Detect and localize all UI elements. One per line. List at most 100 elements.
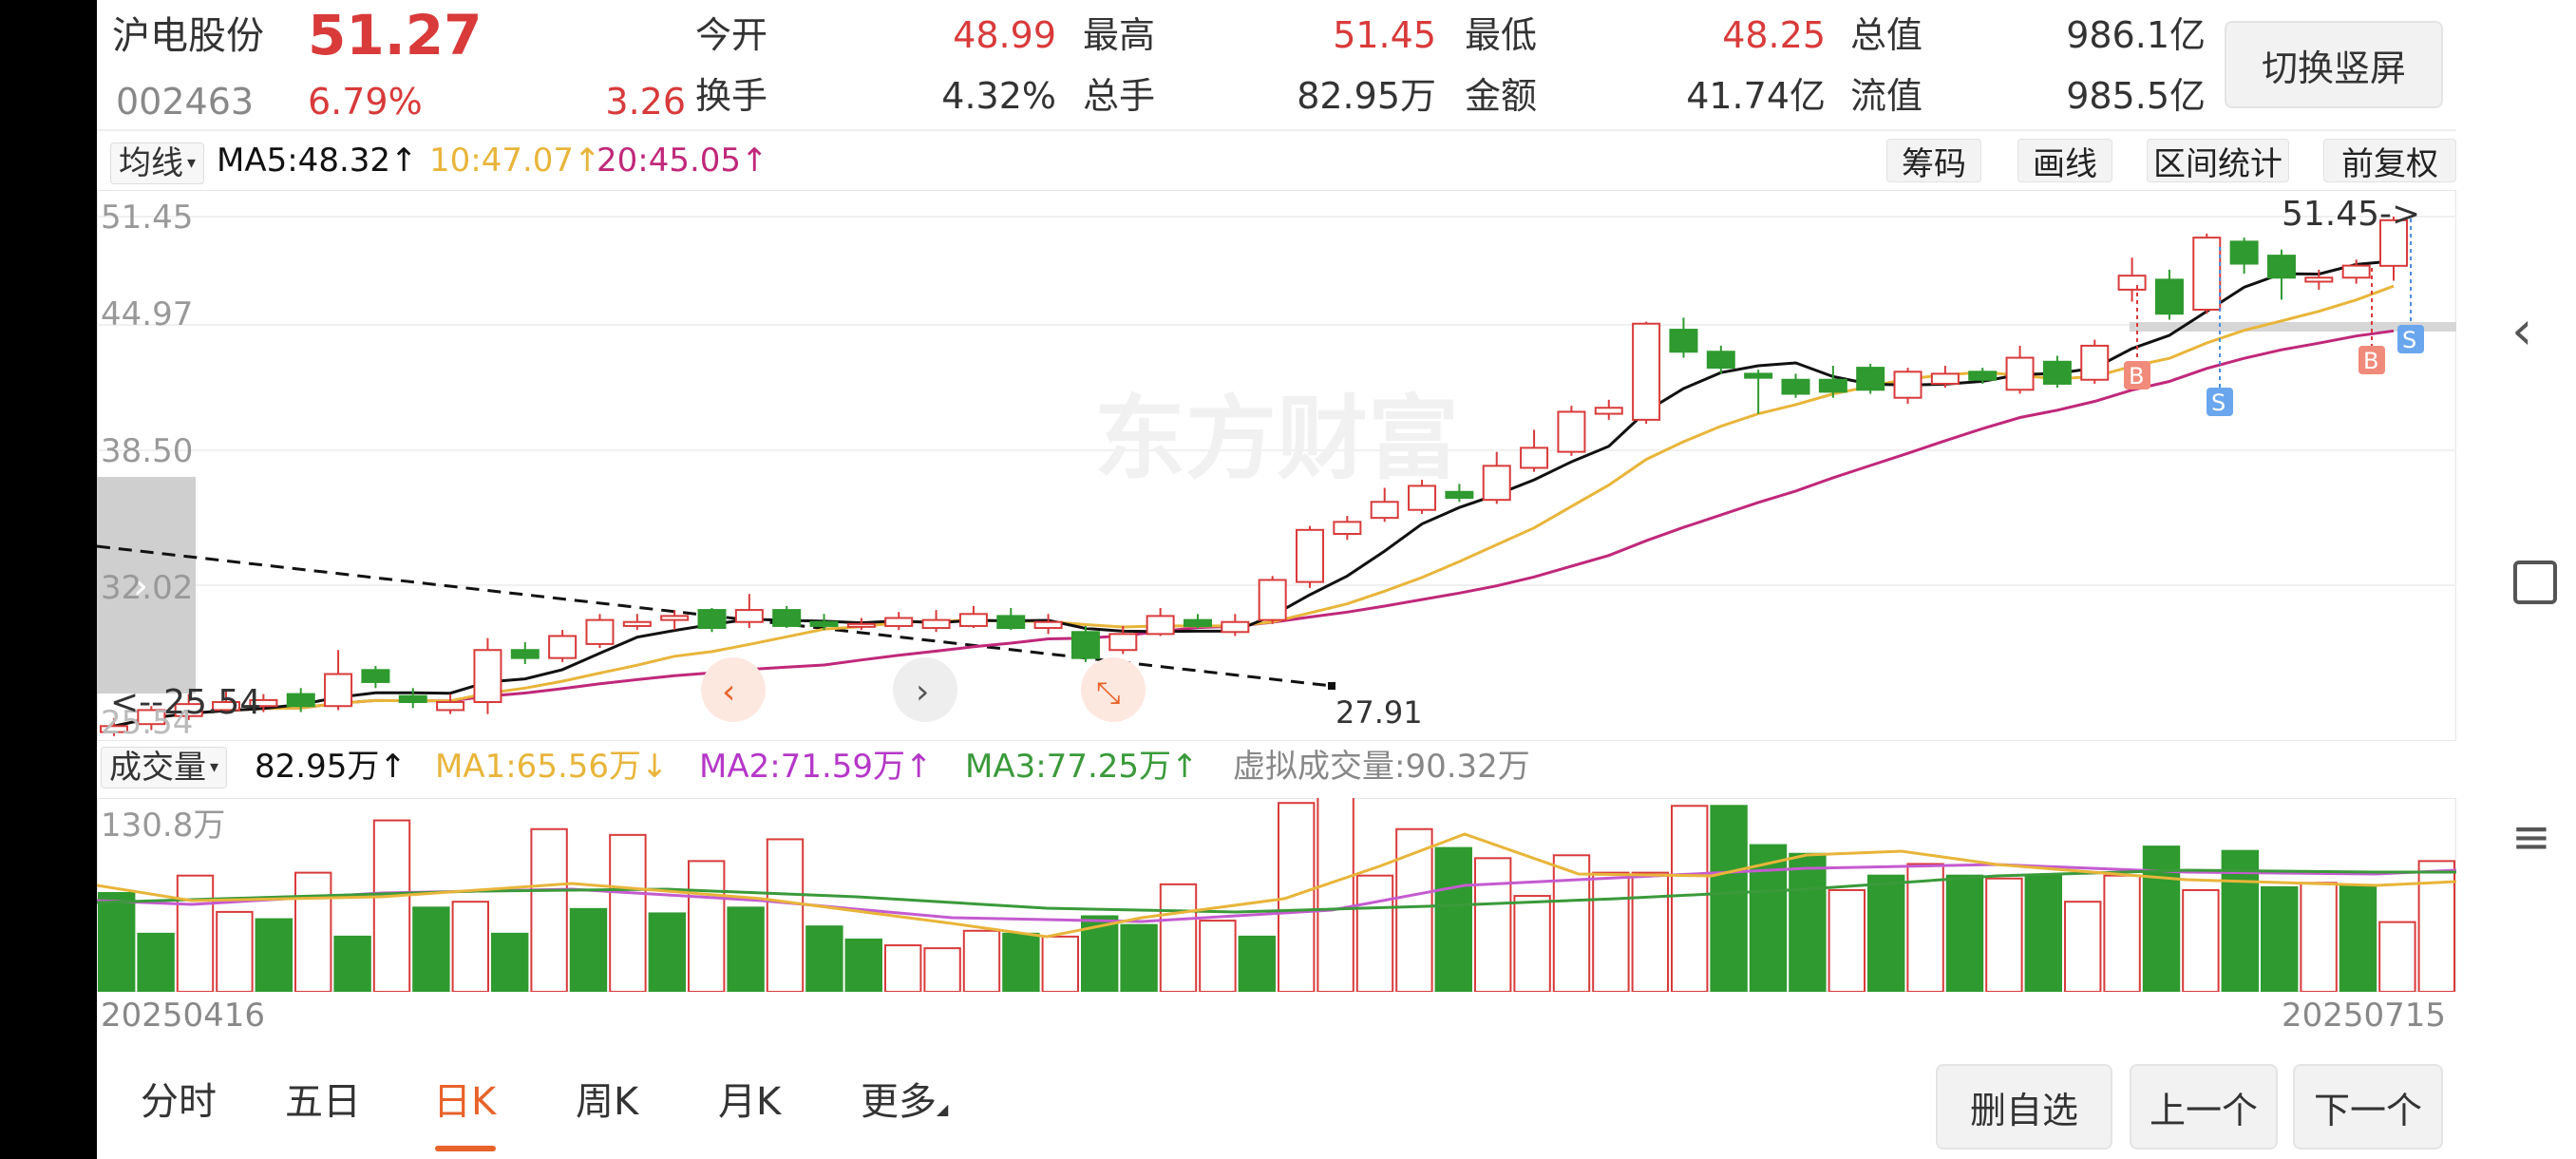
volume-bar (176, 874, 215, 992)
date-end: 20250715 (2282, 997, 2447, 1035)
volume-bar (491, 932, 529, 992)
axis-label-3: 38.50 (101, 432, 194, 470)
stat-amount-label: 金额 (1465, 75, 1538, 117)
candle-body (772, 609, 802, 627)
watermark: 东方财富 (1094, 386, 1459, 492)
active-tab-indicator (435, 1146, 496, 1151)
virtual-volume: 虚拟成交量:90.32万 (1233, 748, 1530, 786)
volume-bar (2142, 846, 2181, 992)
volume-ma3-text: MA3:77.25万 (965, 748, 1172, 786)
axis-label-4: 32.02 (101, 569, 194, 607)
tab-weekly-k[interactable]: 周K (576, 1083, 638, 1121)
candle-body (398, 694, 427, 704)
candle-body (2304, 276, 2334, 283)
candle-body (510, 649, 540, 659)
date-start: 20250416 (101, 997, 266, 1035)
ma-selector[interactable]: 均线 ▾ (110, 142, 205, 184)
candle-body (548, 635, 578, 659)
next-button[interactable]: 下一个 (2293, 1064, 2443, 1150)
forward-adjust-button[interactable]: 前复权 (2323, 139, 2456, 183)
candle-body (1482, 465, 1511, 502)
volume-bar (412, 906, 450, 992)
candle-body (1930, 372, 1960, 385)
tab-intraday[interactable]: 分时 (141, 1083, 217, 1121)
ma20-text: 20:45.05 (597, 142, 742, 180)
tab-daily-k[interactable]: 日K (433, 1083, 496, 1121)
volume-bar (1631, 871, 1669, 992)
draw-line-button[interactable]: 画线 (2017, 139, 2112, 183)
volume-bar (1199, 920, 1237, 992)
volume-bar (844, 938, 882, 992)
volume-bar (1671, 805, 1709, 992)
remove-watchlist-button[interactable]: 删自选 (1936, 1064, 2112, 1150)
volume-bar (1867, 874, 1905, 992)
volume-bar (766, 838, 805, 992)
candle-body (1893, 370, 1923, 399)
candle-body (1856, 367, 1885, 391)
candle-body (1706, 351, 1735, 370)
tab-five-day[interactable]: 五日 (285, 1083, 361, 1121)
ma10-value: 10:47.07↑ (429, 144, 601, 177)
volume-bar (1828, 888, 1866, 992)
up-arrow-icon: ↑ (390, 142, 418, 180)
menu-icon[interactable]: ≡ (2511, 809, 2551, 864)
volume-bar (1002, 932, 1040, 992)
volume-bar (1159, 883, 1198, 992)
volume-bar (962, 929, 1001, 992)
indicator-selector-label: 成交量 (109, 749, 206, 787)
range-stats-button[interactable]: 区间统计 (2147, 139, 2289, 183)
volume-bar (1316, 798, 1354, 992)
volume-bar (2300, 882, 2338, 992)
collapse-icon[interactable]: ⤡ (1096, 674, 1121, 711)
candle-body (921, 618, 951, 630)
back-icon[interactable]: ‹ (2511, 300, 2532, 362)
stock-code: 002463 (116, 81, 255, 123)
stat-low-value: 48.25 (1722, 14, 1826, 56)
volume-bar (1474, 857, 1512, 992)
trend-end-label: 27.91 (1335, 694, 1423, 731)
candle-body (1669, 329, 1698, 353)
volume-bar (216, 910, 254, 992)
axis-label-high: 51.45 (101, 199, 194, 237)
volume-bar (688, 860, 726, 992)
indicator-selector[interactable]: 成交量 ▾ (101, 747, 228, 788)
chips-button[interactable]: 筹码 (1886, 139, 1981, 183)
candle-body (884, 617, 914, 627)
volume-bar (1789, 852, 1827, 992)
volume-bar (1355, 874, 1394, 992)
stat-turnover-label: 换手 (695, 75, 768, 117)
previous-button[interactable]: 上一个 (2130, 1064, 2278, 1150)
volume-bar (530, 827, 568, 992)
up-arrow-icon: ↑ (905, 748, 933, 786)
stat-low-label: 最低 (1465, 14, 1538, 56)
candle-body (2117, 275, 2147, 291)
kline-chart[interactable]: 东方财富 › ‹ › ⤡ B S B S (97, 190, 2456, 741)
tab-more[interactable]: 更多◢ (861, 1083, 948, 1121)
chevron-left-icon[interactable]: ‹ (722, 673, 735, 712)
stat-volume-label: 总手 (1083, 75, 1156, 117)
stat-float-label: 流值 (1850, 75, 1923, 117)
volume-current: 82.95万↑ (255, 750, 407, 783)
chevron-right-icon[interactable]: › (916, 673, 929, 712)
stat-open-label: 今开 (695, 14, 768, 56)
candle-body (1445, 490, 1474, 500)
volume-bar (1513, 895, 1551, 992)
ma-selector-label: 均线 (119, 144, 183, 182)
candle-body (2229, 240, 2259, 265)
volume-bar (2378, 921, 2416, 992)
up-arrow-icon: ↑ (379, 748, 407, 786)
volume-chart[interactable] (97, 798, 2456, 992)
signal-buy-1: B (2129, 363, 2144, 390)
candle-body (809, 620, 839, 627)
switch-portrait-button[interactable]: 切换竖屏 (2225, 21, 2443, 108)
volume-bar (2103, 874, 2141, 992)
volume-bar (609, 833, 647, 992)
home-icon[interactable] (2513, 560, 2557, 604)
volume-bar (1238, 935, 1276, 992)
volume-bar (451, 901, 490, 992)
volume-axis-max: 130.8万 (101, 807, 226, 845)
caret-icon: ◢ (937, 1100, 949, 1118)
candle-body (1408, 484, 1437, 511)
signal-sell-1: S (2211, 390, 2226, 416)
tab-monthly-k[interactable]: 月K (718, 1083, 781, 1121)
